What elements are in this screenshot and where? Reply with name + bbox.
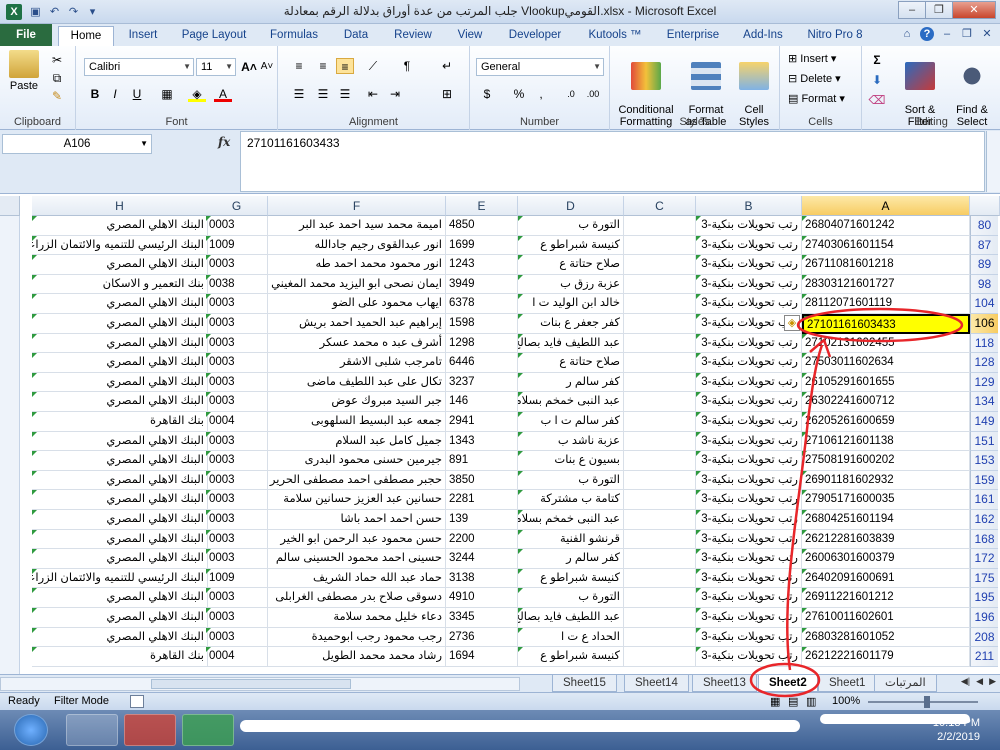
annotation-overlay <box>749 307 964 698</box>
highlight-circle-cell <box>796 307 964 343</box>
annotation-arrow-line <box>786 344 824 671</box>
highlight-circle-sheet-tab <box>749 662 821 698</box>
